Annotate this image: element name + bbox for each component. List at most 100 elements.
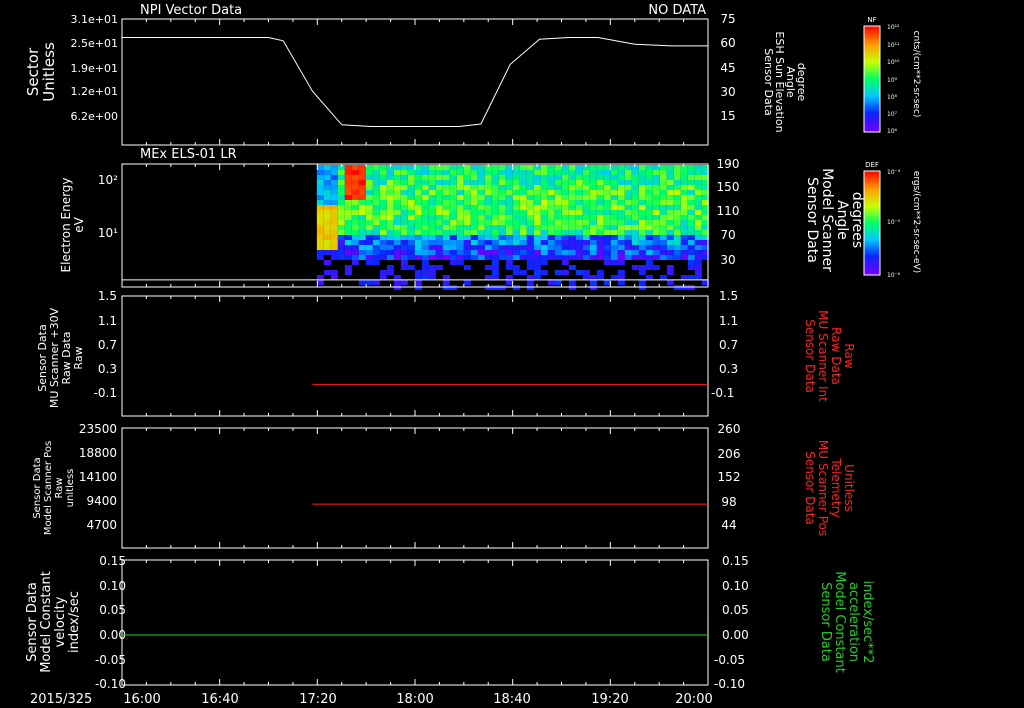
spectrogram-cell	[491, 170, 499, 175]
spectrogram-cell	[617, 180, 625, 185]
spectrogram-cell	[652, 235, 660, 240]
spectrogram-cell	[533, 265, 541, 270]
spectrogram-cell	[351, 175, 359, 180]
spectrogram-cell	[673, 195, 681, 200]
spectrogram-cell	[519, 235, 527, 240]
spectrogram-cell	[498, 180, 506, 185]
spectrogram-cell	[526, 235, 534, 240]
panel3-right-tick: 0.3	[719, 362, 738, 376]
spectrogram-cell	[519, 240, 527, 245]
spectrogram-cell	[372, 180, 380, 185]
spectrogram-cell	[414, 190, 422, 195]
spectrogram-cell	[666, 195, 674, 200]
spectrogram-cell	[393, 195, 401, 200]
panel1-left-label-line: Unitless	[40, 42, 58, 102]
spectrogram-cell	[365, 180, 373, 185]
spectrogram-cell	[330, 170, 338, 175]
spectrogram-cell	[540, 185, 548, 190]
spectrogram-cell	[365, 255, 373, 260]
spectrogram-cell	[407, 165, 415, 170]
spectrogram-cell	[694, 190, 702, 195]
spectrogram-cell	[519, 225, 527, 230]
spectrogram-cell	[435, 170, 443, 175]
panel3-right-tick: 0.7	[719, 338, 738, 352]
spectrogram-cell	[351, 235, 359, 240]
spectrogram-cell	[456, 195, 464, 200]
spectrogram-cell	[428, 200, 436, 205]
spectrogram-cell	[337, 250, 345, 255]
spectrogram-cell	[428, 240, 436, 245]
spectrogram-cell	[533, 210, 541, 215]
spectrogram-cell	[316, 240, 324, 245]
spectrogram-cell	[477, 180, 485, 185]
spectrogram-cell	[533, 275, 541, 280]
spectrogram-cell	[323, 230, 331, 235]
spectrogram-cell	[610, 170, 618, 175]
spectrogram-cell	[638, 280, 646, 285]
spectrogram-cell	[575, 180, 583, 185]
spectrogram-cell	[694, 200, 702, 205]
spectrogram-cell	[449, 260, 457, 265]
spectrogram-cell	[449, 215, 457, 220]
spectrogram-cell	[449, 200, 457, 205]
spectrogram-cell	[421, 215, 429, 220]
spectrogram-cell	[372, 205, 380, 210]
spectrogram-cell	[505, 230, 513, 235]
panel3-left-tick: 0.7	[98, 338, 117, 352]
spectrogram-cell	[449, 225, 457, 230]
spectrogram-cell	[519, 210, 527, 215]
spectrogram-cell	[547, 200, 555, 205]
spectrogram-cell	[337, 220, 345, 225]
spectrogram-cell	[386, 200, 394, 205]
spectrogram-cell	[330, 190, 338, 195]
spectrogram-cell	[358, 180, 366, 185]
spectrogram-cell	[568, 185, 576, 190]
spectrogram-cell	[582, 225, 590, 230]
panel5-left-label-line: index/sec	[67, 591, 82, 653]
spectrogram-cell	[617, 165, 625, 170]
colorbar-def-tick: 10⁻⁵	[887, 219, 901, 226]
spectrogram-cell	[379, 250, 387, 255]
spectrogram-cell	[449, 195, 457, 200]
spectrogram-cell	[631, 220, 639, 225]
spectrogram-cell	[526, 255, 534, 260]
spectrogram-cell	[365, 195, 373, 200]
spectrogram-cell	[519, 190, 527, 195]
spectrogram-cell	[421, 250, 429, 255]
spectrogram-cell	[547, 205, 555, 210]
spectrogram-cell	[533, 200, 541, 205]
spectrogram-cell	[526, 185, 534, 190]
spectrogram-cell	[610, 245, 618, 250]
spectrogram-cell	[477, 215, 485, 220]
spectrogram-cell	[351, 195, 359, 200]
spectrogram-cell	[568, 195, 576, 200]
spectrogram-cell	[372, 230, 380, 235]
spectrogram-cell	[323, 165, 331, 170]
spectrogram-cell	[687, 240, 695, 245]
spectrogram-cell	[631, 255, 639, 260]
spectrogram-cell	[400, 180, 408, 185]
colorbar-def-unit: ergs/(cm**2-sr-sec-eV)	[911, 171, 921, 273]
panel5-left-tick: -0.10	[95, 677, 126, 691]
spectrogram-cell	[470, 235, 478, 240]
spectrogram-cell	[330, 200, 338, 205]
spectrogram-cell	[617, 190, 625, 195]
spectrogram-cell	[624, 220, 632, 225]
spectrogram-cell	[540, 195, 548, 200]
spectrogram-cell	[316, 170, 324, 175]
spectrogram-cell	[407, 205, 415, 210]
spectrogram-cell	[631, 225, 639, 230]
spectrogram-cell	[652, 170, 660, 175]
spectrogram-cell	[659, 180, 667, 185]
spectrogram-cell	[694, 180, 702, 185]
spectrogram-cell	[344, 165, 352, 170]
spectrogram-cell	[477, 250, 485, 255]
spectrogram-cell	[659, 240, 667, 245]
spectrogram-cell	[505, 175, 513, 180]
spectrogram-cell	[358, 215, 366, 220]
panel5-right-tick: -0.10	[714, 677, 745, 691]
spectrogram-cell	[582, 220, 590, 225]
panel4-right-tick: 206	[718, 447, 741, 461]
spectrogram-cell	[547, 215, 555, 220]
spectrogram-cell	[554, 215, 562, 220]
